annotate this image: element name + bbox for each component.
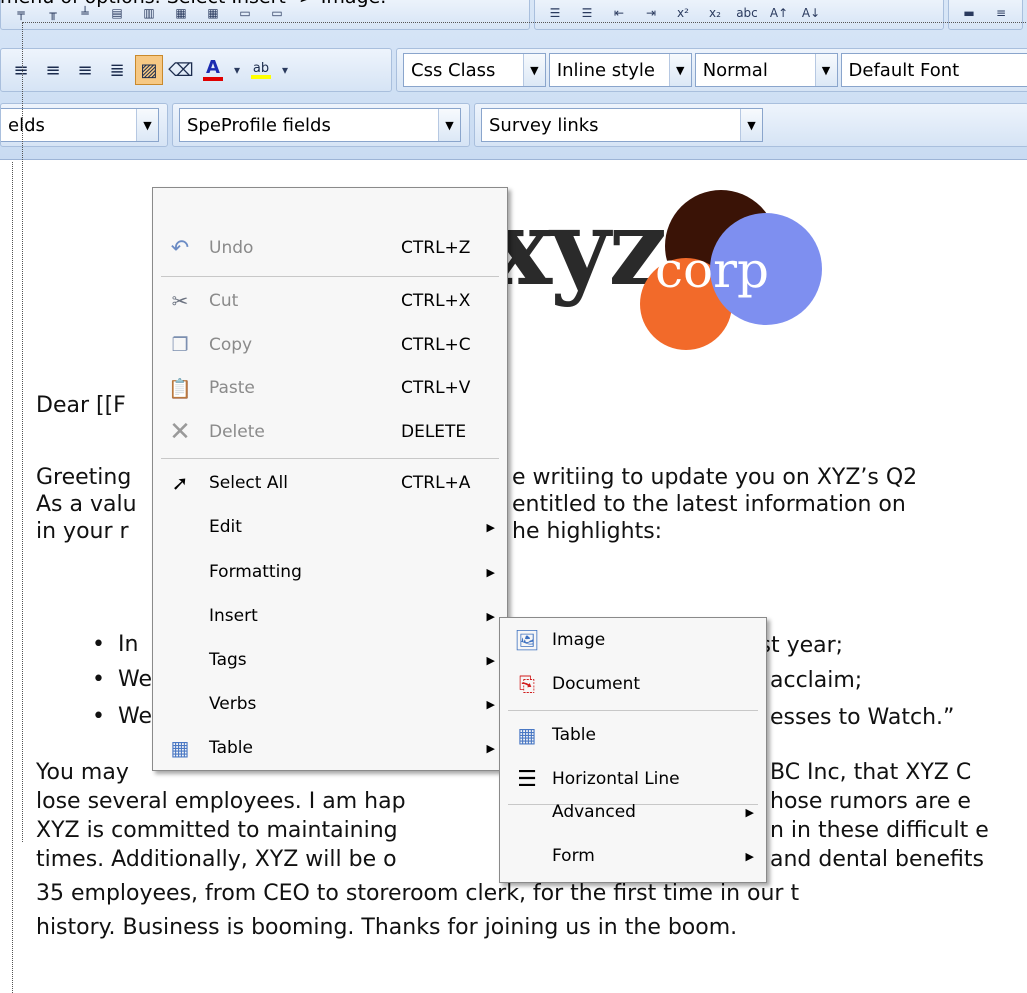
menu-item-delete[interactable]: ✕ Delete DELETE [153, 412, 507, 452]
menu-item-cut[interactable]: ✂ Cut CTRL+X [153, 281, 507, 321]
menu-item-label: Document [552, 674, 641, 694]
menu-separator [508, 710, 758, 711]
bullet-3-left: We [92, 704, 152, 729]
menu-item-label: Form [552, 846, 595, 866]
menu-item-tags[interactable]: Tags ▶ [153, 640, 507, 680]
logo-text: xyz [490, 186, 667, 309]
para2-line2-left: lose several employees. I am hap [36, 789, 406, 814]
para2-line3-right: n in these difficult e [770, 818, 989, 843]
menu-item-verbs[interactable]: Verbs ▶ [153, 684, 507, 724]
menu-item-shortcut: CTRL+Z [401, 238, 471, 258]
pdf-document-icon: ⎘ [519, 672, 535, 696]
bullet-2-left: We [92, 667, 152, 692]
menu-item-label: Table [209, 738, 253, 758]
horizontal-line-icon: ☰ [517, 766, 537, 792]
greeting-line: Dear [[F [36, 393, 126, 418]
menu-item-label: Insert [209, 606, 258, 626]
image-icon: 🖼 [514, 628, 540, 652]
menu-item-label: Delete [209, 422, 265, 442]
menu-item-insert[interactable]: Insert ▶ [153, 596, 507, 636]
menu-item-label: Formatting [209, 562, 302, 582]
para2-line3-left: XYZ is committed to maintaining [36, 818, 398, 843]
menu-item-label: Paste [209, 378, 255, 398]
menu-item-label: Cut [209, 291, 239, 311]
paste-icon: 📋 [168, 377, 192, 400]
logo-corp-text: corp [655, 241, 770, 299]
bullet-3-right: esses to Watch.” [770, 705, 955, 730]
para1-line2-right: entitled to the latest information on [512, 492, 906, 517]
submenu-item-form[interactable]: Form ▶ [500, 836, 766, 876]
bullet-1-left: In [91, 632, 138, 657]
menu-separator [161, 276, 499, 277]
context-menu: ↶ Undo CTRL+Z ✂ Cut CTRL+X ❐ Copy CTRL+C… [152, 187, 508, 771]
para1-line3-right: he highlights: [512, 519, 663, 544]
menu-item-label: Tags [209, 650, 247, 670]
submenu-item-image[interactable]: 🖼 Image [500, 620, 766, 660]
table-icon: ▦ [517, 723, 537, 747]
menu-item-label: Undo [209, 238, 254, 258]
submenu-arrow-icon: ▶ [745, 849, 754, 863]
menu-item-shortcut: CTRL+V [401, 378, 471, 398]
menu-item-copy[interactable]: ❐ Copy CTRL+C [153, 325, 507, 365]
undo-icon: ↶ [170, 235, 190, 261]
para2-line2-right: hose rumors are e [770, 789, 971, 814]
menu-item-label: Horizontal Line [552, 769, 680, 789]
copy-icon: ❐ [171, 334, 189, 356]
menu-item-label: Image [552, 630, 606, 650]
para2-line1-right: BC Inc, that XYZ C [770, 760, 972, 785]
para2-line4-right: and dental benefits [770, 847, 984, 872]
menu-item-label: Advanced [552, 802, 636, 822]
para2-line6: history. Business is booming. Thanks for… [36, 915, 738, 940]
menu-item-label: Verbs [209, 694, 257, 714]
scissors-icon: ✂ [171, 289, 189, 313]
submenu-arrow-icon: ▶ [486, 741, 495, 755]
menu-item-shortcut: CTRL+X [401, 291, 471, 311]
delete-icon: ✕ [169, 417, 191, 447]
menu-separator [161, 458, 499, 459]
submenu-arrow-icon: ▶ [745, 805, 754, 819]
submenu-arrow-icon: ▶ [486, 565, 495, 579]
menu-item-label: Edit [209, 517, 242, 537]
para1-line2-left: As a valu [36, 492, 137, 517]
menu-item-table[interactable]: ▦ Table ▶ [153, 728, 507, 768]
table-icon: ▦ [170, 736, 190, 760]
menu-item-undo[interactable]: ↶ Undo CTRL+Z [153, 228, 507, 268]
menu-item-shortcut: CTRL+A [401, 473, 471, 493]
menu-item-label: Table [552, 725, 596, 745]
para1-line1-right: e writiing to update you on XYZ’s Q2 [512, 465, 918, 490]
para2-line1-left: You may [36, 760, 129, 785]
submenu-arrow-icon: ▶ [486, 520, 495, 534]
menu-item-paste[interactable]: 📋 Paste CTRL+V [153, 368, 507, 408]
submenu-arrow-icon: ▶ [486, 609, 495, 623]
para2-line5: 35 employees, from CEO to storeroom cler… [36, 881, 800, 906]
bullet-2-right: acclaim; [770, 668, 863, 693]
menu-item-label: Select All [209, 473, 288, 493]
instruction-caption: menu of options. Select Insert -> Image. [0, 0, 386, 8]
menu-item-label: Copy [209, 335, 253, 355]
submenu-arrow-icon: ▶ [486, 653, 495, 667]
para2-line4-left: times. Additionally, XYZ will be o [36, 847, 397, 872]
menu-item-shortcut: DELETE [401, 422, 467, 442]
menu-item-formatting[interactable]: Formatting ▶ [153, 552, 507, 592]
para1-line3-left: in your r [36, 519, 129, 544]
menu-item-shortcut: CTRL+C [401, 335, 471, 355]
para1-line1-left: Greeting [36, 465, 132, 490]
submenu-item-advanced[interactable]: Advanced ▶ [500, 792, 766, 832]
submenu-item-document[interactable]: ⎘ Document [500, 664, 766, 704]
submenu-arrow-icon: ▶ [486, 697, 495, 711]
menu-item-edit[interactable]: Edit ▶ [153, 507, 507, 547]
submenu-item-table[interactable]: ▦ Table [500, 715, 766, 755]
select-all-icon: ➚ [171, 471, 189, 495]
menu-item-select-all[interactable]: ➚ Select All CTRL+A [153, 463, 507, 503]
insert-submenu: 🖼 Image ⎘ Document ▦ Table ☰ Horizontal … [499, 617, 767, 883]
